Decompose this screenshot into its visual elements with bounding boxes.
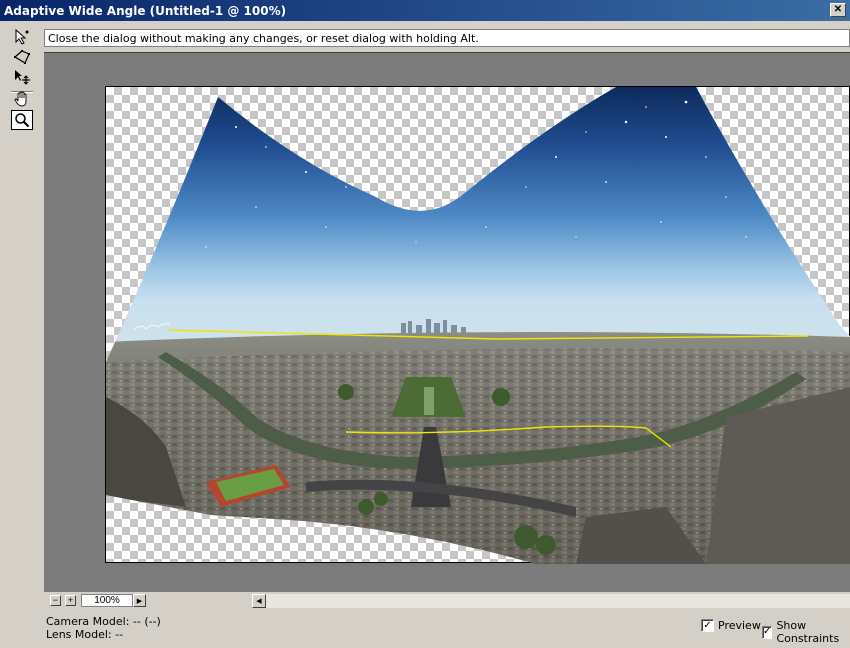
zoom-bar: − + 100% ▶ ◀ [44,592,850,608]
tool-panel [0,21,42,648]
close-icon: ✕ [833,4,843,15]
zoom-menu-button[interactable]: ▶ [133,594,146,607]
arrow-pointer-icon [15,28,29,45]
zoom-level-value: 100% [94,595,120,606]
zoom-tool[interactable] [11,110,33,130]
polygon-icon [13,50,30,64]
window-title: Adaptive Wide Angle (Untitled-1 @ 100%) [4,3,287,18]
hand-icon [14,91,27,107]
preview-checkbox[interactable]: ✓ Preview [701,619,761,632]
hint-bar: Close the dialog without making any chan… [44,29,850,47]
check-mark-icon: ✓ [763,626,772,637]
triangle-left-icon: ◀ [256,598,262,605]
lens-model-label: Lens Model: -- [46,628,124,641]
constraint-tool[interactable] [11,27,33,47]
hand-tool[interactable] [11,89,33,109]
document-canvas[interactable] [105,86,850,564]
zoom-out-button[interactable]: − [50,595,61,606]
magnifier-icon [15,113,30,128]
preview-check-box[interactable]: ✓ [701,619,714,632]
show-constraints-checkbox[interactable]: ✓ Show Constraints [762,619,850,645]
title-bar: Adaptive Wide Angle (Untitled-1 @ 100%) … [0,0,850,21]
show-constraints-check-box[interactable]: ✓ [762,625,773,639]
camera-model-label: Camera Model: -- (--) [46,615,161,628]
minus-icon: − [52,595,59,605]
hint-text: Close the dialog without making any chan… [48,31,479,45]
close-button[interactable]: ✕ [830,3,846,17]
preview-label: Preview [718,619,761,632]
canvas-area[interactable] [44,52,850,592]
zoom-level-field[interactable]: 100% [81,594,133,607]
plus-icon: + [67,595,74,605]
move-arrow-icon [15,70,30,85]
horizontal-scrollbar[interactable]: ◀ [252,594,850,608]
polygon-constraint-tool[interactable] [11,47,33,67]
zoom-in-button[interactable]: + [65,595,76,606]
scroll-left-button[interactable]: ◀ [252,594,266,608]
panorama-image [106,87,850,564]
check-mark-icon: ✓ [703,619,712,631]
triangle-right-icon: ▶ [136,597,143,605]
show-constraints-label: Show Constraints [776,619,840,645]
move-tool[interactable] [11,67,33,87]
